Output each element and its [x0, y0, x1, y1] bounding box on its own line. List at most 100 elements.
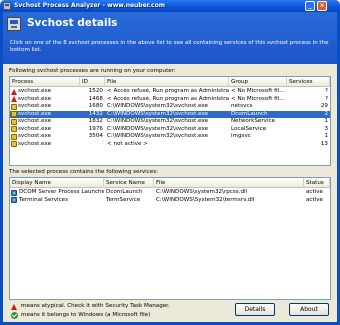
- close-button[interactable]: ×: [317, 1, 327, 11]
- cell-group: netsvcs: [231, 103, 253, 109]
- app-window: Svchost Process Analyzer - www.neuber.co…: [0, 0, 340, 325]
- process-row[interactable]: svchost.exe 1520 < Accès refusé, Run progr…: [10, 88, 330, 96]
- column-file[interactable]: File: [105, 77, 229, 87]
- service-icon: [11, 189, 17, 196]
- column-id[interactable]: ID: [80, 77, 105, 87]
- title-bar[interactable]: Svchost Process Analyzer - www.neuber.co…: [0, 0, 340, 12]
- cell-id: 1832: [88, 118, 103, 124]
- cell-services: 1: [324, 118, 328, 124]
- cell-status: active: [306, 189, 324, 195]
- service-row[interactable]: Terminal Services TermService C:\WINDOWS\S…: [10, 197, 330, 205]
- cell-file: < Accès refusé, Run program as Administr…: [107, 95, 229, 102]
- ok-icon: [11, 111, 17, 117]
- cell-id: 1520: [88, 88, 103, 94]
- column-display-name[interactable]: Display Name: [10, 178, 104, 188]
- cell-file: < Accès refusé, Run program as Administr…: [107, 88, 229, 94]
- cell-service-name: TermService: [106, 196, 141, 203]
- cell-file: C:\WINDOWS\system32\svchost.exe: [107, 103, 209, 109]
- process-row[interactable]: svchost.exe 1432 C:\WINDOWS\system32\svcho…: [10, 110, 330, 118]
- column-status[interactable]: Status: [304, 178, 330, 188]
- cell-display-name: Terminal Services: [19, 196, 69, 203]
- cell-group: imgsvc: [231, 133, 251, 139]
- page-title: Svchost details: [27, 17, 118, 29]
- minimize-button[interactable]: _: [305, 1, 315, 11]
- cell-file: C:\WINDOWS\system32\svchost.exe: [107, 125, 209, 132]
- process-row[interactable]: svchost.exe 1468 < Accès refusé, Run progr…: [10, 96, 330, 104]
- legend-warning-text: means atypical. Check it with Security T…: [21, 303, 170, 309]
- cell-id: 3504: [88, 133, 103, 139]
- column-process[interactable]: Process: [10, 77, 80, 87]
- cell-file: C:\WINDOWS\system32\svchost.exe: [107, 133, 209, 139]
- cell-id: 1432: [88, 110, 103, 117]
- column-service-name[interactable]: Service Name: [104, 178, 154, 188]
- about-button[interactable]: About: [289, 303, 329, 316]
- cell-id: 1680: [88, 103, 103, 109]
- cell-group: DcomLaunch: [231, 110, 268, 117]
- cell-id: 1468: [88, 95, 103, 102]
- process-row[interactable]: svchost.exe 3504 C:\WINDOWS\system32\svcho…: [10, 133, 330, 141]
- column-services[interactable]: Services: [287, 77, 330, 87]
- warning-icon: [11, 96, 17, 102]
- cell-id: 1976: [88, 125, 103, 132]
- legend-ok-text: means it belongs to Windows (a Microsoft…: [21, 312, 151, 318]
- cell-status: active: [306, 196, 324, 203]
- cell-services: 3: [324, 125, 328, 132]
- cell-file: C:\WINDOWS\system32\svchost.exe: [107, 118, 209, 124]
- process-list[interactable]: Process ID File Group Services svchost.e…: [9, 76, 331, 166]
- cell-group: < No Microsoft fil...: [231, 88, 285, 94]
- warning-icon: [11, 303, 17, 310]
- column-file[interactable]: File: [154, 178, 304, 188]
- app-icon: [3, 2, 11, 10]
- cell-process: svchost.exe: [18, 103, 52, 109]
- process-row[interactable]: svchost.exe 1832 C:\WINDOWS\system32\svcho…: [10, 118, 330, 126]
- process-list-header: Process ID File Group Services: [10, 77, 330, 87]
- computer-icon: [7, 17, 21, 31]
- service-icon: [11, 197, 17, 203]
- services-list[interactable]: Display Name Service Name File Status DC…: [9, 177, 331, 300]
- cell-group: [231, 141, 287, 149]
- process-list-label: Following svchost processes are running …: [9, 68, 176, 74]
- process-row[interactable]: svchost.exe 1680 C:\WINDOWS\system32\svcho…: [10, 103, 330, 111]
- ok-icon: [11, 141, 17, 147]
- ok-icon: [11, 118, 17, 125]
- cell-file: C:\WINDOWS\System32\termsrv.dll: [156, 196, 255, 203]
- cell-services: 2: [324, 110, 328, 117]
- cell-process: svchost.exe: [18, 125, 52, 132]
- cell-services: 13: [320, 140, 328, 147]
- cell-process: svchost.exe: [18, 140, 52, 147]
- process-row[interactable]: svchost.exe < not active > 13: [10, 141, 330, 149]
- legend-warning: means atypical. Check it with Security T…: [11, 303, 231, 310]
- cell-file: C:\WINDOWS\system32\rpcss.dll: [156, 189, 248, 195]
- cell-services: ?: [325, 88, 328, 94]
- cell-service-name: DcomLaunch: [106, 189, 143, 195]
- process-row[interactable]: svchost.exe 1976 C:\WINDOWS\system32\svcho…: [10, 126, 330, 134]
- services-list-header: Display Name Service Name File Status: [10, 178, 330, 188]
- cell-file: C:\WINDOWS\system32\svchost.exe: [107, 110, 209, 117]
- cell-group: NetworkService: [231, 118, 276, 124]
- client-area: Svchost details Click on one of the 8 sv…: [3, 12, 337, 322]
- ok-icon: [11, 103, 17, 110]
- window-title: Svchost Process Analyzer - www.neuber.co…: [14, 2, 165, 9]
- cell-process: svchost.exe: [18, 118, 52, 124]
- cell-process: svchost.exe: [18, 133, 52, 139]
- column-group[interactable]: Group: [229, 77, 287, 87]
- details-button[interactable]: Details: [235, 303, 275, 316]
- legend-ok: means it belongs to Windows (a Microsoft…: [11, 312, 231, 319]
- cell-services: ?: [325, 95, 328, 102]
- header-description: Click on one of the 8 svchost processes …: [10, 40, 329, 53]
- cell-process: svchost.exe: [18, 95, 52, 102]
- cell-group: < No Microsoft fil...: [231, 95, 285, 102]
- cell-process: svchost.exe: [18, 110, 52, 117]
- header-banner: Svchost details Click on one of the 8 sv…: [3, 12, 337, 64]
- service-row[interactable]: DCOM Server Process Launcher DcomLaunch C:…: [10, 189, 330, 197]
- cell-process: svchost.exe: [18, 88, 52, 94]
- ok-icon: [11, 126, 17, 132]
- cell-display-name: DCOM Server Process Launcher: [19, 189, 104, 195]
- cell-id: [80, 141, 105, 149]
- cell-services: 1: [324, 133, 328, 139]
- checkmark-icon: [11, 312, 18, 319]
- cell-file: < not active >: [107, 140, 148, 147]
- cell-group: LocalService: [231, 125, 267, 132]
- services-list-label: The selected process contains the follow…: [9, 169, 159, 175]
- cell-services: 29: [320, 103, 328, 109]
